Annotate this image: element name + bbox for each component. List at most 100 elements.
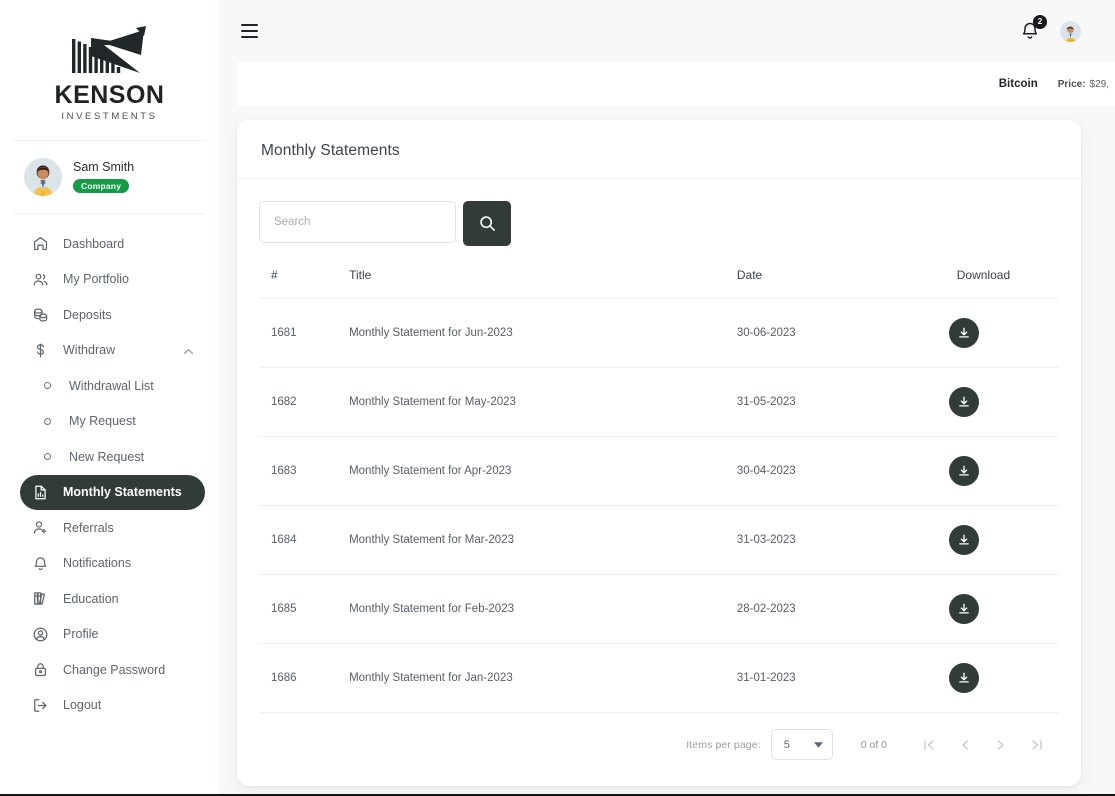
coins-icon [34, 308, 48, 322]
download-button[interactable] [948, 318, 979, 348]
chevron-up-icon[interactable] [183, 344, 195, 356]
users-icon [33, 273, 48, 286]
cell-id: 1681 [259, 298, 350, 368]
sidebar-item-change-password[interactable]: Change Password [20, 652, 205, 688]
cell-title: Monthly Statement for Jun-2023 [349, 298, 737, 368]
first-page-button[interactable] [917, 733, 941, 757]
users-icon [32, 271, 49, 288]
search-input[interactable] [259, 201, 456, 243]
user-avatar [24, 158, 62, 196]
ticker-price-value: $29, [1089, 78, 1109, 90]
cell-id: 1686 [259, 643, 350, 713]
cell-date: 30-06-2023 [736, 298, 931, 368]
brand-name: KENSON [54, 80, 165, 109]
download-button[interactable] [948, 387, 979, 417]
next-page-button[interactable] [989, 733, 1013, 757]
sidebar-user-block[interactable]: Sam Smith Company [0, 141, 219, 213]
user-role-badge: Company [73, 178, 130, 193]
sidebar-item-withdraw[interactable]: Withdraw [20, 333, 205, 369]
dollar-icon [36, 343, 45, 358]
sidebar-item-label: Deposits [63, 307, 112, 322]
cell-id: 1684 [259, 505, 350, 575]
user-name: Sam Smith [73, 160, 135, 174]
sidebar-item-profile[interactable]: Profile [20, 617, 205, 653]
cell-id: 1685 [259, 574, 350, 644]
search-row [259, 201, 1059, 246]
top-bar: 2 [219, 0, 1115, 62]
lock-icon [32, 661, 49, 678]
pagination: Items per page: 5 0 of 0 [259, 713, 1059, 776]
ticker-price-label: Price: [1057, 78, 1086, 90]
ticker-asset-name: Bitcoin [998, 78, 1038, 90]
bullet-icon [44, 417, 51, 425]
items-per-page-select[interactable]: 5 [770, 729, 833, 760]
statements-table: # Title Date Download 1681 Monthly Statem… [259, 268, 1059, 713]
sidebar-item-my-portfolio[interactable]: My Portfolio [20, 262, 205, 298]
sidebar-item-monthly-statements[interactable]: Monthly Statements [20, 474, 205, 510]
coins-icon [32, 306, 49, 323]
first-page-icon [924, 739, 934, 750]
sidebar-item-my-request[interactable]: My Request [20, 404, 205, 440]
sidebar-item-label: New Request [69, 449, 145, 464]
sidebar-item-label: Profile [63, 627, 99, 642]
download-icon [958, 396, 969, 407]
cell-title: Monthly Statement for Apr-2023 [349, 436, 737, 506]
cell-title: Monthly Statement for Jan-2023 [349, 643, 737, 713]
bell-icon [34, 557, 47, 570]
top-bar-actions: 2 [1020, 15, 1081, 42]
table-row: 1683 Monthly Statement for Apr-2023 30-04-… [259, 436, 1059, 506]
sidebar-item-notifications[interactable]: Notifications [20, 546, 205, 582]
sidebar-item-label: Notifications [63, 556, 132, 571]
sidebar-item-label: My Request [69, 414, 136, 429]
table-head: # Title Date Download [259, 268, 1059, 299]
topbar-avatar[interactable] [1060, 20, 1081, 42]
search-icon [479, 216, 495, 231]
cell-download [930, 436, 1059, 506]
user-circle-icon [32, 626, 49, 643]
sidebar-item-education[interactable]: Education [20, 581, 205, 617]
hamburger-menu-icon[interactable] [241, 20, 263, 42]
sidebar-item-referrals[interactable]: Referrals [20, 510, 205, 546]
prev-page-button[interactable] [953, 733, 977, 757]
document-chart-icon [35, 485, 46, 500]
download-button[interactable] [948, 525, 979, 555]
download-icon [958, 534, 969, 545]
user-add-icon [33, 521, 47, 534]
sidebar-item-logout[interactable]: Logout [20, 688, 205, 724]
cell-download [930, 643, 1059, 713]
sidebar-item-label: Withdraw [63, 343, 116, 358]
table-row: 1685 Monthly Statement for Feb-2023 28-02-… [259, 574, 1059, 644]
table-row: 1682 Monthly Statement for May-2023 31-05-… [259, 367, 1059, 437]
last-page-button[interactable] [1025, 733, 1049, 757]
notifications-button[interactable]: 2 [1020, 15, 1047, 42]
bullet-icon [42, 448, 53, 465]
content-region: Monthly Statements Search # Title Date D… [219, 106, 1115, 796]
download-button[interactable] [948, 594, 979, 624]
sidebar-item-label: My Portfolio [63, 272, 129, 287]
column-header-id: # [259, 268, 350, 299]
download-icon [958, 672, 969, 683]
sidebar-item-deposits[interactable]: Deposits [20, 297, 205, 333]
user-add-icon [32, 519, 49, 536]
kenson-arrow-bars-logo-icon [71, 25, 146, 73]
cell-download [930, 574, 1059, 644]
search-button[interactable] [463, 201, 511, 246]
sidebar-item-dashboard[interactable]: Dashboard [20, 226, 205, 262]
sidebar-item-label: Referrals [63, 520, 114, 535]
sidebar-item-new-request[interactable]: New Request [20, 439, 205, 475]
cell-download [930, 298, 1059, 368]
brand-logo[interactable]: KENSON INVESTMENTS [0, 0, 219, 140]
next-page-icon [997, 739, 1004, 750]
download-button[interactable] [948, 663, 979, 693]
sidebar-item-withdrawal-list[interactable]: Withdrawal List [20, 368, 205, 404]
cell-date: 28-02-2023 [736, 574, 931, 644]
cell-id: 1683 [259, 436, 350, 506]
notifications-badge: 2 [1033, 15, 1047, 29]
table-row: 1681 Monthly Statement for Jun-2023 30-06-… [259, 298, 1059, 368]
download-icon [958, 465, 969, 476]
home-icon [33, 237, 48, 251]
cell-id: 1682 [259, 367, 350, 437]
document-chart-icon [32, 484, 49, 501]
download-button[interactable] [948, 456, 979, 486]
column-header-title: Title [349, 268, 737, 299]
